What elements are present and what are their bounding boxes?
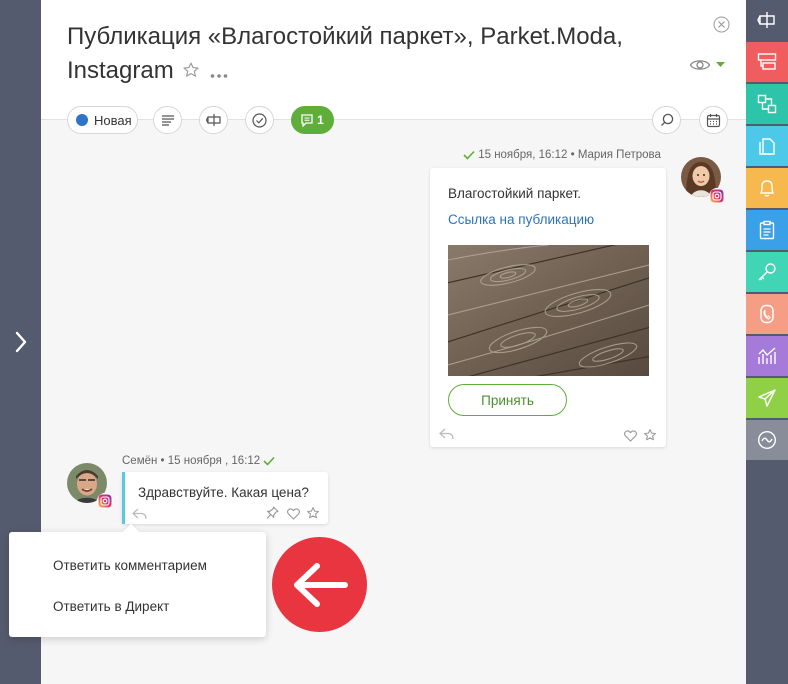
comments-tab[interactable]: 1 [291,106,334,134]
incoming-message-card: Здравствуйте. Какая цена? [122,472,328,524]
close-icon[interactable] [713,16,730,33]
sidebar-item-keys[interactable] [746,252,788,292]
comment-icon [301,113,313,127]
chevron-right-icon [15,331,27,353]
task-toolbar: Новая 1 [67,106,731,134]
reply-comment-option[interactable]: Ответить комментарием [53,558,207,573]
status-dot [76,114,88,126]
task-flow-button[interactable] [199,106,228,134]
outgoing-message-card: Влагостойкий паркет. Ссылка на публикаци… [430,168,666,447]
task-flow-icon [205,114,221,126]
check-circle-icon [252,112,267,128]
incoming-meta: Семён • 15 ноября , 16:12 [122,455,275,467]
star-icon[interactable] [306,506,320,525]
sidebar-item-notifications[interactable] [746,168,788,208]
message-text: Влагостойкий паркет. [448,186,581,201]
watch-dropdown[interactable] [689,56,729,74]
reply-icon[interactable] [132,507,147,525]
like-heart-icon[interactable] [624,429,637,447]
sidebar-item-send[interactable] [746,378,788,418]
incoming-accent-bar [122,472,125,524]
status-badge[interactable]: Новая [67,106,138,134]
check-icon [263,456,275,466]
page-title: Публикация «Влагостойкий паркет», Parket… [67,20,627,89]
search-button[interactable] [652,106,681,134]
publication-link[interactable]: Ссылка на публикацию [448,212,594,227]
sidebar-item-documents[interactable] [746,126,788,166]
pointer-arrow-icon [272,537,367,632]
sidebar-item-screens[interactable] [746,42,788,82]
analytics-icon [758,347,776,364]
wave-icon [757,430,777,450]
checklist-button[interactable] [245,106,274,134]
instagram-icon [709,188,725,204]
documents-icon [759,138,775,155]
like-heart-icon[interactable] [287,507,300,525]
search-icon [660,113,673,126]
caret-down-icon [716,62,725,67]
reply-icon[interactable] [439,427,454,445]
pin-icon[interactable] [266,506,279,525]
favorite-star-icon[interactable] [182,55,200,89]
status-label: Новая [94,112,132,128]
task-flow-icon [757,12,775,28]
sidebar-item-clipboard[interactable] [746,210,788,250]
outgoing-meta: 15 ноября, 16:12 • Мария Петрова [463,149,661,161]
check-icon [463,150,475,160]
eye-icon [689,60,711,70]
clipboard-icon [759,220,775,240]
incoming-meta-text: Семён • 15 ноября , 16:12 [122,455,261,467]
send-icon [758,389,776,407]
accept-button[interactable]: Принять [448,384,567,416]
sidebar-item-task-flow[interactable] [746,0,788,40]
sidebar-item-calls[interactable] [746,294,788,334]
more-options-icon[interactable] [210,55,228,89]
calendar-icon [706,113,721,127]
right-sidebar [746,0,788,684]
message-text: Здравствуйте. Какая цена? [138,485,309,500]
key-icon [758,263,776,281]
reply-direct-option[interactable]: Ответить в Директ [53,599,169,614]
calendar-button[interactable] [699,106,728,134]
reply-options-menu: Ответить комментарием Ответить в Директ [9,523,266,637]
text-lines-icon [161,115,174,126]
sidebar-item-integrations[interactable] [746,420,788,460]
publication-image[interactable] [448,245,649,376]
star-icon[interactable] [643,428,657,447]
sidebar-item-analytics[interactable] [746,336,788,376]
bell-icon [759,180,775,197]
sidebar-item-workflow[interactable] [746,84,788,124]
instagram-icon [97,493,113,509]
panel-header: Публикация «Влагостойкий паркет», Parket… [41,0,746,120]
phone-icon [760,304,774,324]
page-title-text: Публикация «Влагостойкий паркет», Parket… [67,23,623,84]
description-button[interactable] [153,106,182,134]
outgoing-meta-text: 15 ноября, 16:12 • Мария Петрова [478,149,661,161]
screens-icon [757,53,777,70]
comments-count: 1 [317,113,324,127]
workflow-icon [757,94,777,114]
expand-panel-button[interactable] [12,330,30,354]
